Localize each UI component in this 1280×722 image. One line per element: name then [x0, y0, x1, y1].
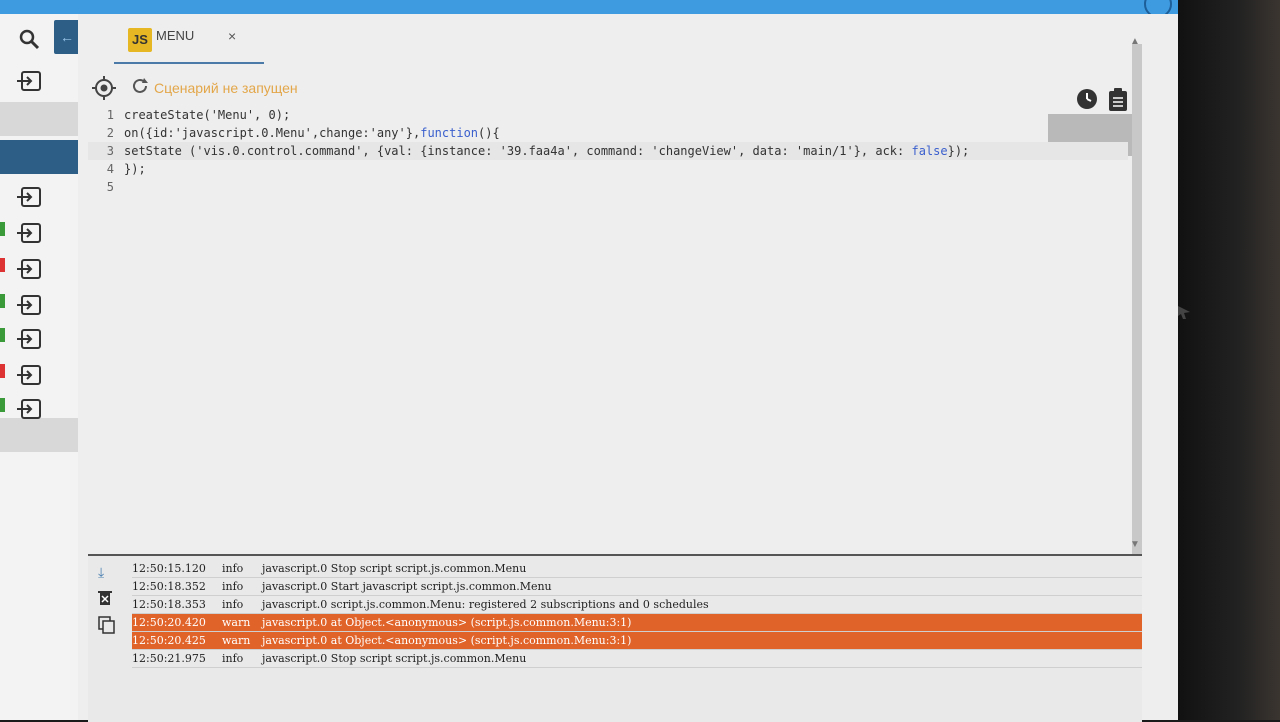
- log-row: 12:50:15.120 info javascript.0 Stop script…: [132, 560, 1142, 578]
- enter-script-icon[interactable]: [16, 398, 42, 420]
- crosshair-icon[interactable]: [92, 76, 116, 100]
- sidebar: [0, 14, 79, 720]
- status-mark-green: [0, 222, 5, 236]
- download-icon[interactable]: ⤓: [98, 564, 118, 584]
- code-token: false: [911, 144, 948, 158]
- log-row: 12:50:20.420 warn javascript.0 at Object.<…: [132, 614, 1142, 632]
- log-toolbar: ⤓: [88, 556, 130, 722]
- sidebar-item-selected[interactable]: [0, 140, 78, 174]
- tab-title: MENU: [156, 28, 195, 43]
- clear-log-icon[interactable]: [98, 590, 118, 610]
- log-level: info: [222, 562, 244, 575]
- log-row: 12:50:20.425 warn javascript.0 at Object.<…: [132, 632, 1142, 650]
- code-line[interactable]: 2 on({id:'javascript.0.Menu',change:'any'…: [88, 124, 1128, 142]
- log-time: 12:50:18.353: [132, 598, 206, 611]
- status-mark-green: [0, 328, 5, 342]
- reload-icon[interactable]: [130, 76, 150, 96]
- log-row: 12:50:18.352 info javascript.0 Start javas…: [132, 578, 1142, 596]
- log-level: info: [222, 652, 244, 665]
- scroll-down-icon[interactable]: ▼: [1130, 539, 1140, 550]
- log-level: warn: [222, 634, 251, 647]
- log-message: javascript.0 script.js.common.Menu: regi…: [262, 598, 709, 611]
- code-token: });: [947, 144, 970, 158]
- enter-script-icon[interactable]: [16, 222, 42, 244]
- tab-bar: JS MENU ×: [78, 14, 1178, 64]
- line-number: 3: [106, 144, 114, 158]
- status-mark-green: [0, 294, 5, 308]
- log-level: info: [222, 580, 244, 593]
- mouse-cursor-icon: [1178, 306, 1192, 320]
- code-token: setState ('vis.0.control.command', {val:…: [124, 144, 912, 158]
- editor-toolbar: Сценарий не запущен: [78, 72, 1178, 106]
- log-panel: ⤓ 12:50:15.120 info javascript.0 Stop scri…: [88, 554, 1142, 722]
- log-time: 12:50:20.425: [132, 634, 206, 647]
- log-row: 12:50:18.353 info javascript.0 script.js.c…: [132, 596, 1142, 614]
- copy-icon[interactable]: [98, 616, 118, 636]
- code-line[interactable]: 5: [88, 178, 1128, 196]
- monitor-bezel: [1178, 0, 1280, 720]
- code-token: createState('Menu', 0);: [124, 108, 291, 122]
- log-rows: 12:50:15.120 info javascript.0 Stop script…: [132, 560, 1142, 668]
- enter-script-icon[interactable]: [16, 294, 42, 316]
- enter-script-icon[interactable]: [16, 186, 42, 208]
- log-message: javascript.0 at Object.<anonymous> (scri…: [262, 616, 632, 629]
- status-mark-green: [0, 398, 5, 412]
- arrow-left-icon[interactable]: ←: [54, 20, 80, 54]
- log-time: 12:50:21.975: [132, 652, 206, 665]
- code-editor[interactable]: 1 createState('Menu', 0); 2 on({id:'javascr…: [88, 106, 1128, 196]
- log-time: 12:50:20.420: [132, 616, 206, 629]
- enter-script-icon[interactable]: [16, 258, 42, 280]
- js-badge: JS: [128, 28, 152, 52]
- line-number: 5: [106, 180, 114, 194]
- code-token: });: [124, 162, 146, 176]
- close-icon[interactable]: ×: [228, 28, 236, 44]
- code-token: on({id:'javascript.0.Menu',change:'any'}…: [124, 126, 421, 140]
- code-line[interactable]: 1 createState('Menu', 0);: [88, 106, 1128, 124]
- line-number: 2: [106, 126, 114, 140]
- log-message: javascript.0 Stop script script.js.commo…: [262, 562, 527, 575]
- log-message: javascript.0 at Object.<anonymous> (scri…: [262, 634, 632, 647]
- log-time: 12:50:15.120: [132, 562, 206, 575]
- log-level: info: [222, 598, 244, 611]
- code-line[interactable]: 3 setState ('vis.0.control.command', {val…: [88, 142, 1128, 160]
- log-row: 12:50:21.975 info javascript.0 Stop script…: [132, 650, 1142, 668]
- script-status: Сценарий не запущен: [154, 80, 298, 96]
- editor-scrollbar[interactable]: [1132, 44, 1142, 554]
- enter-script-icon[interactable]: [16, 328, 42, 350]
- search-icon[interactable]: [18, 28, 40, 50]
- sidebar-band-bottom: [0, 418, 78, 452]
- status-mark-red: [0, 364, 5, 378]
- enter-script-icon[interactable]: [16, 70, 42, 92]
- code-token: (){: [478, 126, 500, 140]
- status-mark-red: [0, 258, 5, 272]
- line-number: 4: [106, 162, 114, 176]
- sidebar-band-top: [0, 102, 78, 136]
- line-number: 1: [106, 108, 114, 122]
- editor-panel: JS MENU × Сценарий не запущен ▲ ▼ 1 creat…: [78, 14, 1190, 722]
- log-message: javascript.0 Start javascript script.js.…: [262, 580, 552, 593]
- top-bar: [0, 0, 1180, 18]
- log-level: warn: [222, 616, 251, 629]
- code-line[interactable]: 4});: [88, 160, 1128, 178]
- code-token: function: [420, 126, 479, 140]
- log-message: javascript.0 Stop script script.js.commo…: [262, 652, 527, 665]
- log-time: 12:50:18.352: [132, 580, 206, 593]
- enter-script-icon[interactable]: [16, 364, 42, 386]
